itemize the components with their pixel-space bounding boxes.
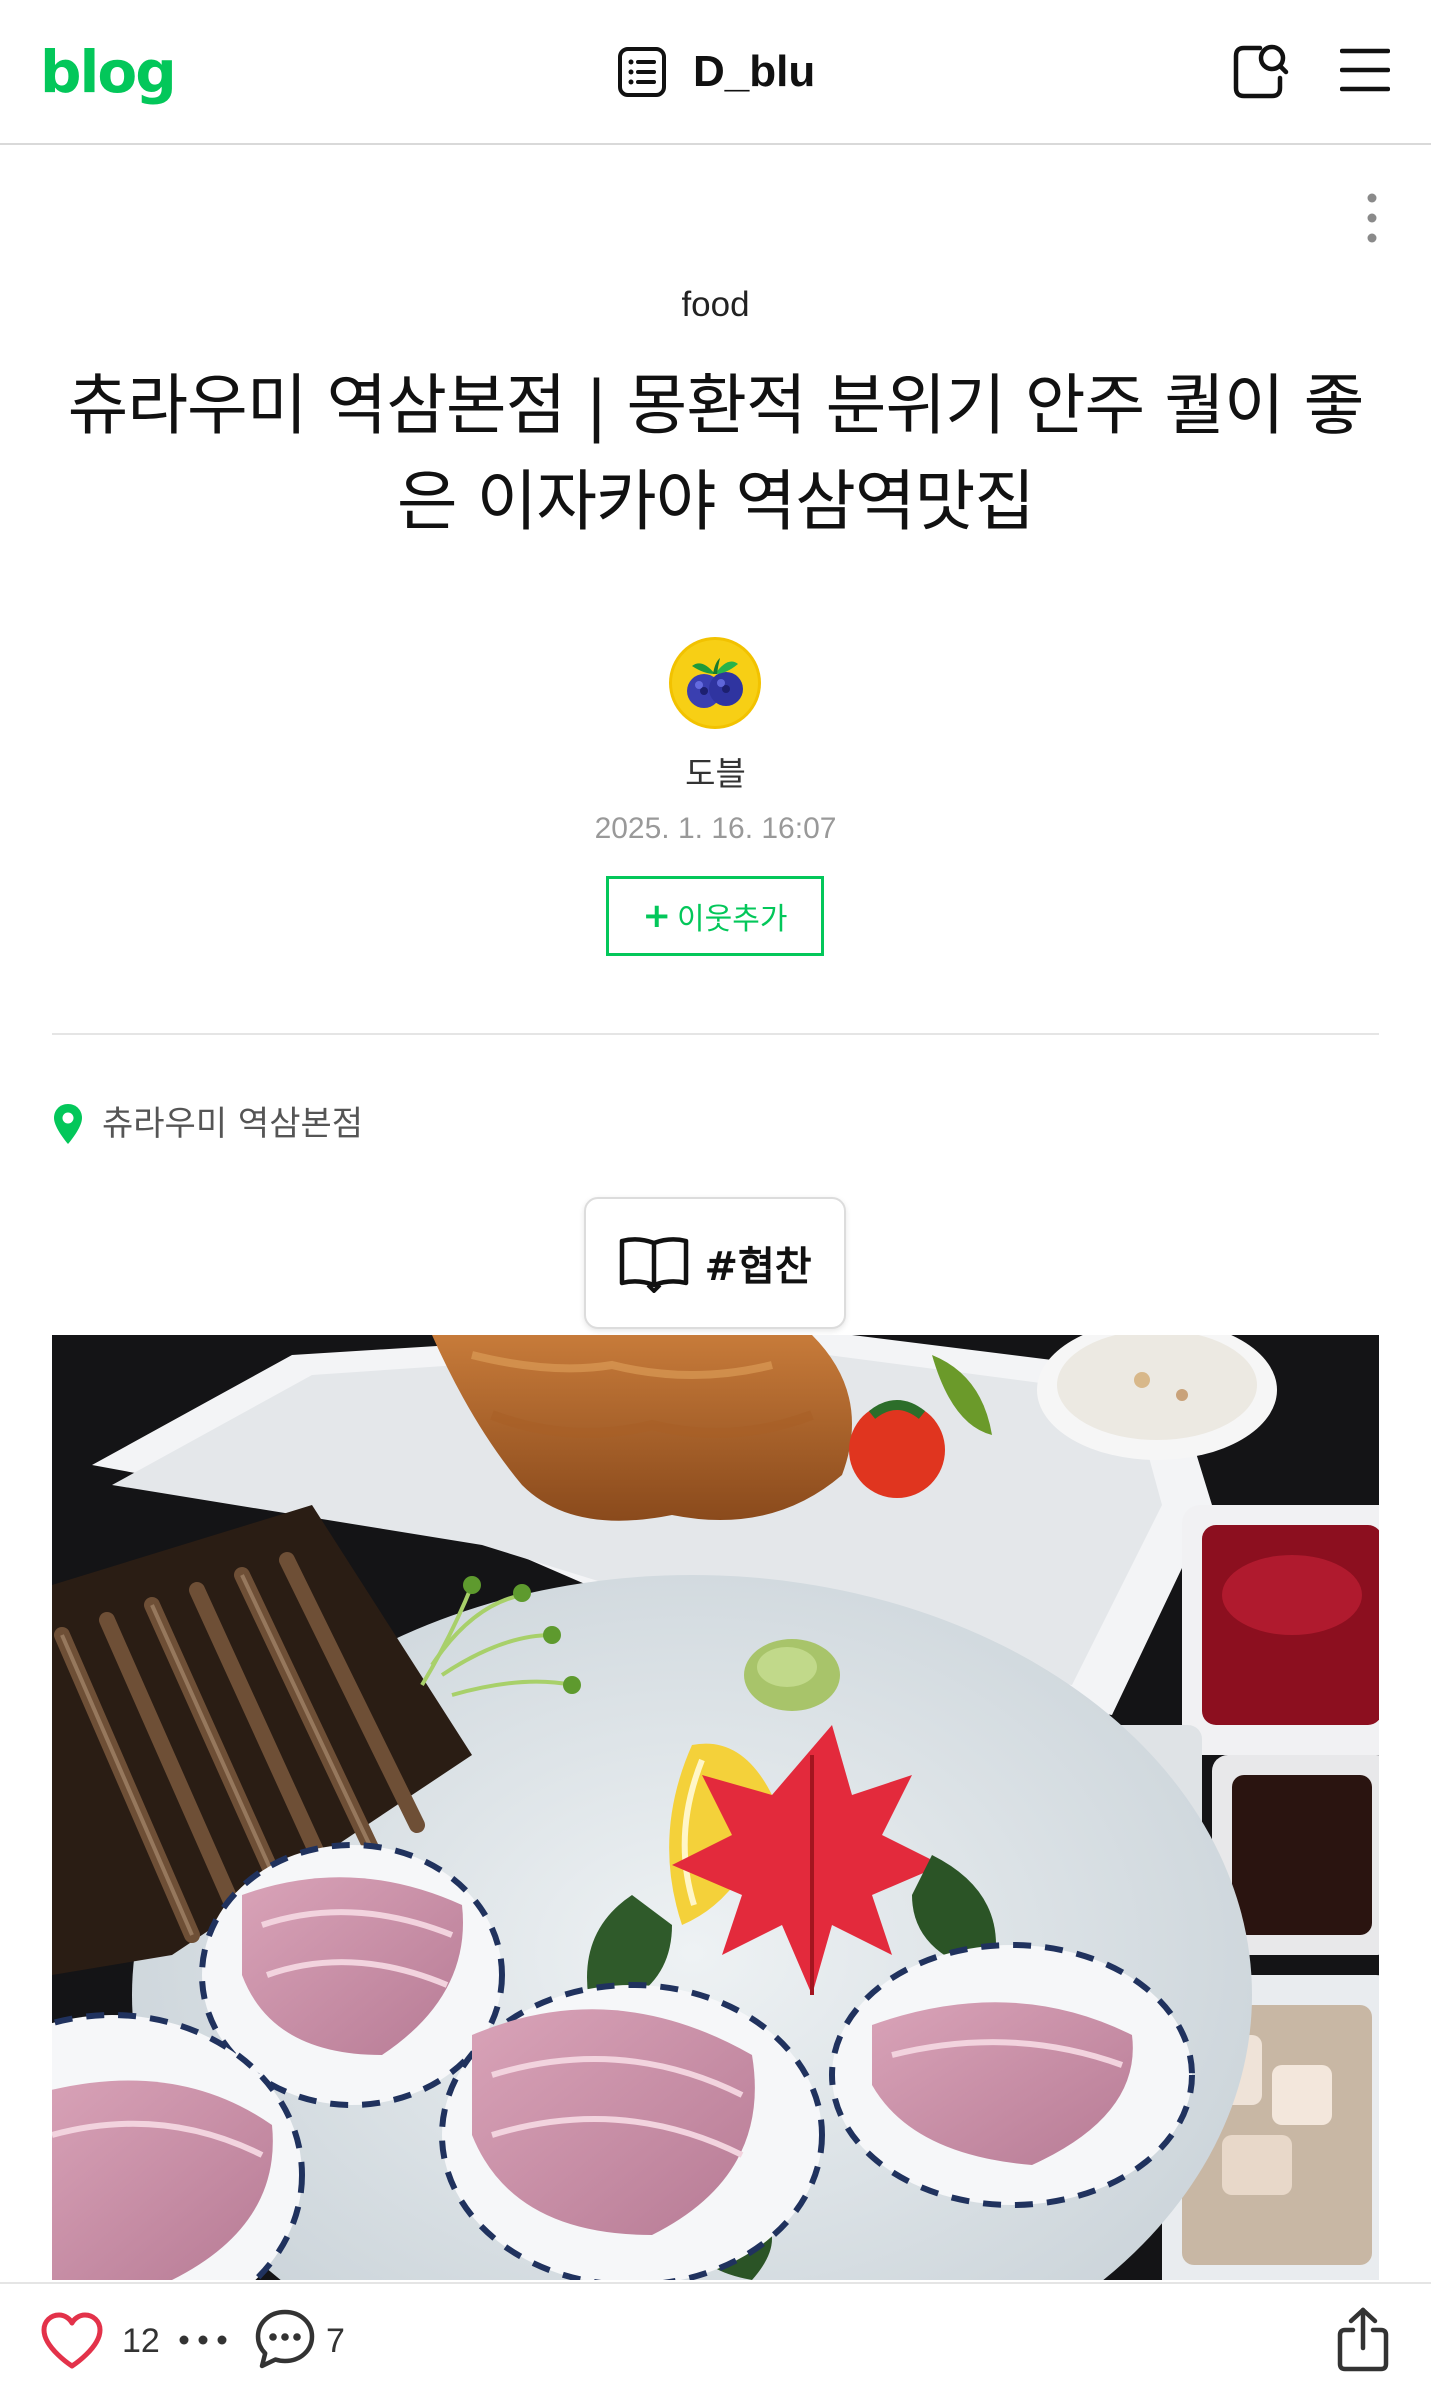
food-photo-image bbox=[52, 1335, 1379, 2280]
location-pin-icon bbox=[54, 1104, 82, 1144]
author-avatar[interactable] bbox=[668, 636, 762, 730]
top-header: blog D_blu bbox=[0, 0, 1431, 145]
divider bbox=[52, 1033, 1379, 1035]
add-neighbor-label: 이웃추가 bbox=[677, 902, 788, 937]
heart-icon[interactable] bbox=[40, 2312, 104, 2370]
like-count: 12 bbox=[122, 2322, 160, 2360]
add-neighbor-button[interactable]: + 이웃추가 bbox=[606, 876, 824, 956]
location-link[interactable]: 츄라우미 역삼본점 bbox=[52, 1098, 363, 1150]
post-title: 츄라우미 역삼본점 | 몽환적 분위기 안주 퀄이 좋은 이자카야 역삼역맛집 bbox=[67, 367, 1365, 540]
menu-icon[interactable] bbox=[1340, 45, 1390, 95]
comment-count: 7 bbox=[326, 2322, 345, 2360]
more-horizontal-icon[interactable] bbox=[178, 2332, 228, 2348]
list-icon bbox=[618, 47, 666, 97]
post-photo[interactable] bbox=[52, 1335, 1379, 2280]
sponsor-tag: #협찬 bbox=[704, 1244, 812, 1290]
more-vertical-icon[interactable] bbox=[1362, 192, 1382, 244]
share-icon[interactable] bbox=[1336, 2306, 1390, 2372]
blog-name: D_blu bbox=[693, 47, 816, 96]
sponsor-tag-card[interactable]: #협찬 bbox=[584, 1197, 846, 1329]
blog-logo[interactable]: blog bbox=[40, 36, 177, 108]
search-icon[interactable] bbox=[1230, 40, 1290, 102]
author-name[interactable]: 도블 bbox=[0, 752, 1431, 796]
location-name: 츄라우미 역삼본점 bbox=[102, 1104, 364, 1144]
book-icon bbox=[620, 1237, 689, 1293]
blog-title-link[interactable]: D_blu bbox=[617, 42, 815, 102]
post-date: 2025. 1. 16. 16:07 bbox=[594, 812, 837, 845]
post-category[interactable]: food bbox=[0, 280, 1431, 330]
plus-icon: + bbox=[642, 896, 672, 936]
comment-icon[interactable] bbox=[254, 2308, 316, 2370]
bottom-action-bar: 12 7 bbox=[0, 2282, 1431, 2402]
